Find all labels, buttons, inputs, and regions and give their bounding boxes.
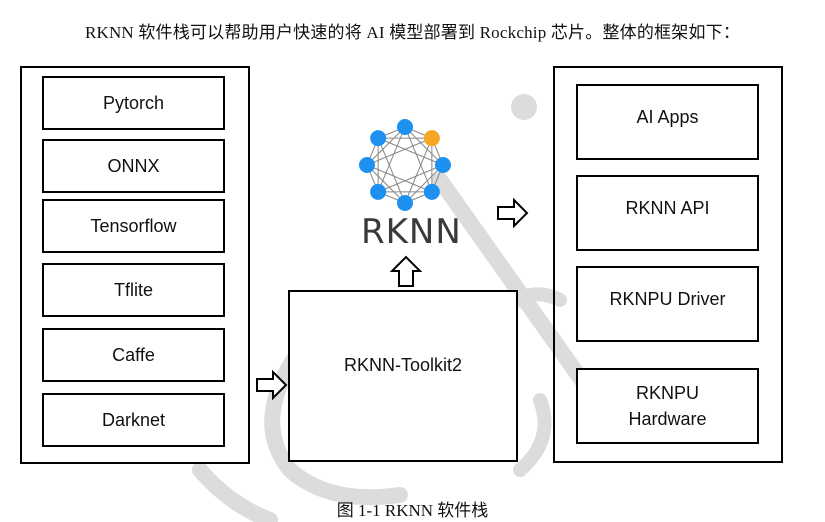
runtime-rknpu-hardware: RKNPU Hardware [576,368,759,444]
logo-node [359,157,375,173]
framework-onnx: ONNX [42,139,225,193]
framework-darknet: Darknet [42,393,225,447]
framework-tensorflow: Tensorflow [42,199,225,253]
watermark-dot [511,94,537,120]
logo-node [370,183,387,200]
framework-label: Caffe [112,345,155,365]
watermark-stroke [513,393,552,477]
rknn-logo-icon [359,119,451,211]
logo-node [370,130,387,147]
framework-caffe: Caffe [42,328,225,382]
intro-text: RKNN 软件栈可以帮助用户快速的将 AI 模型部署到 Rockchip 芯片。… [84,23,741,42]
logo-node [397,195,413,211]
arrow-up-icon [390,255,422,287]
runtime-label: RKNPU Driver [609,289,726,309]
logo-node [423,183,440,200]
runtime-label: RKNN API [625,198,710,218]
runtime-label-line2: Hardware [628,409,707,429]
runtime-label-line1: RKNPU [635,383,699,403]
figure-caption: 图 1-1 RKNN 软件栈 [336,501,489,520]
framework-tflite: Tflite [42,263,225,317]
logo-node [435,157,451,173]
runtime-ai-apps: AI Apps [576,84,759,160]
framework-label: Darknet [101,410,166,430]
logo-node [423,130,440,147]
framework-label: Tflite [113,280,153,300]
runtime-rknn-api: RKNN API [576,175,759,251]
toolkit-box: RKNN-Toolkit2 [288,290,518,462]
rknn-logo-text: RKNN [361,212,462,252]
toolkit-label: RKNN-Toolkit2 [343,355,463,375]
framework-pytorch: Pytorch [42,76,225,130]
arrow-right-icon [497,198,529,228]
runtime-label: AI Apps [636,107,699,127]
runtime-rknpu-driver: RKNPU Driver [576,266,759,342]
framework-label: Tensorflow [90,216,177,236]
logo-node [397,119,413,135]
arrow-right-icon [256,370,288,400]
framework-label: ONNX [107,156,160,176]
framework-label: Pytorch [102,93,165,113]
